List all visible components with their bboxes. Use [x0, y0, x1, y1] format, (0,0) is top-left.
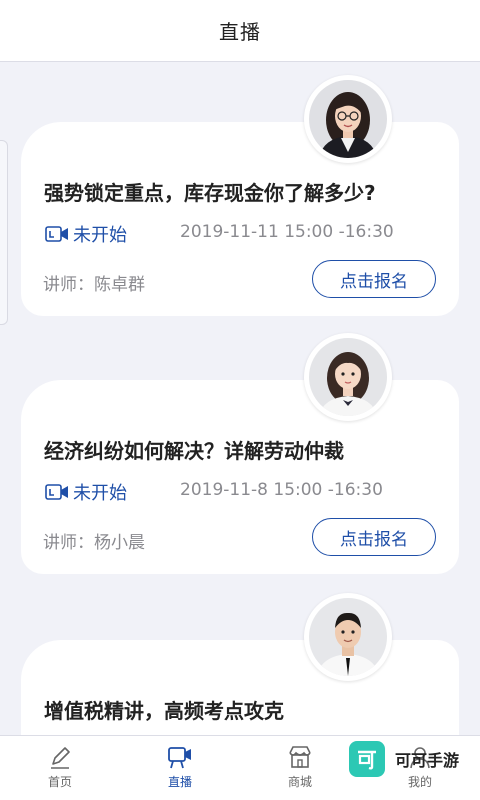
side-drawer-handle[interactable]: [0, 140, 8, 325]
tab-label: 直播: [167, 775, 192, 789]
course-time: 2019-11-11 15:00 -16:30: [180, 222, 394, 242]
course-title: 增值税精讲，高频考点攻克: [44, 699, 284, 723]
top-bar: 直播: [0, 0, 480, 62]
signup-button[interactable]: 点击报名: [312, 260, 436, 298]
status-label: 未开始: [73, 225, 127, 246]
avatar: [304, 333, 392, 421]
tab-label: 商城: [287, 775, 312, 789]
course-title: 经济纠纷如何解决？详解劳动仲裁: [44, 439, 344, 463]
course-card[interactable]: 经济纠纷如何解决？详解劳动仲裁 未开始 2019-11-8 15:00 -16:…: [21, 380, 459, 574]
watermark-text: 可可手游: [395, 751, 460, 770]
tab-store[interactable]: 商城: [240, 736, 360, 800]
store-icon: [289, 746, 311, 768]
page-title: 直播: [219, 20, 261, 44]
watermark: 可可手游: [349, 741, 459, 777]
course-status: 未开始: [45, 479, 127, 505]
lecturer-name: 讲师：陈卓群: [43, 275, 145, 295]
tab-home[interactable]: 首页: [0, 736, 120, 800]
live-camera-icon: [168, 747, 191, 769]
avatar: [304, 593, 392, 681]
video-camera-icon: [45, 226, 68, 242]
tab-label: 首页: [47, 775, 72, 789]
avatar: [304, 75, 392, 163]
course-card[interactable]: 强势锁定重点，库存现金你了解多少? 未开始 2019-11-11 15:00 -…: [21, 122, 459, 316]
course-status: 未开始: [45, 221, 127, 247]
status-label: 未开始: [73, 483, 127, 504]
pen-icon: [51, 747, 70, 769]
course-time: 2019-11-8 15:00 -16:30: [180, 480, 383, 500]
lecturer-name: 讲师：杨小晨: [43, 533, 145, 553]
watermark-logo: [349, 741, 385, 777]
course-title: 强势锁定重点，库存现金你了解多少?: [44, 181, 376, 205]
signup-button[interactable]: 点击报名: [312, 518, 436, 556]
video-camera-icon: [45, 484, 68, 500]
tab-live[interactable]: 直播: [120, 736, 240, 800]
